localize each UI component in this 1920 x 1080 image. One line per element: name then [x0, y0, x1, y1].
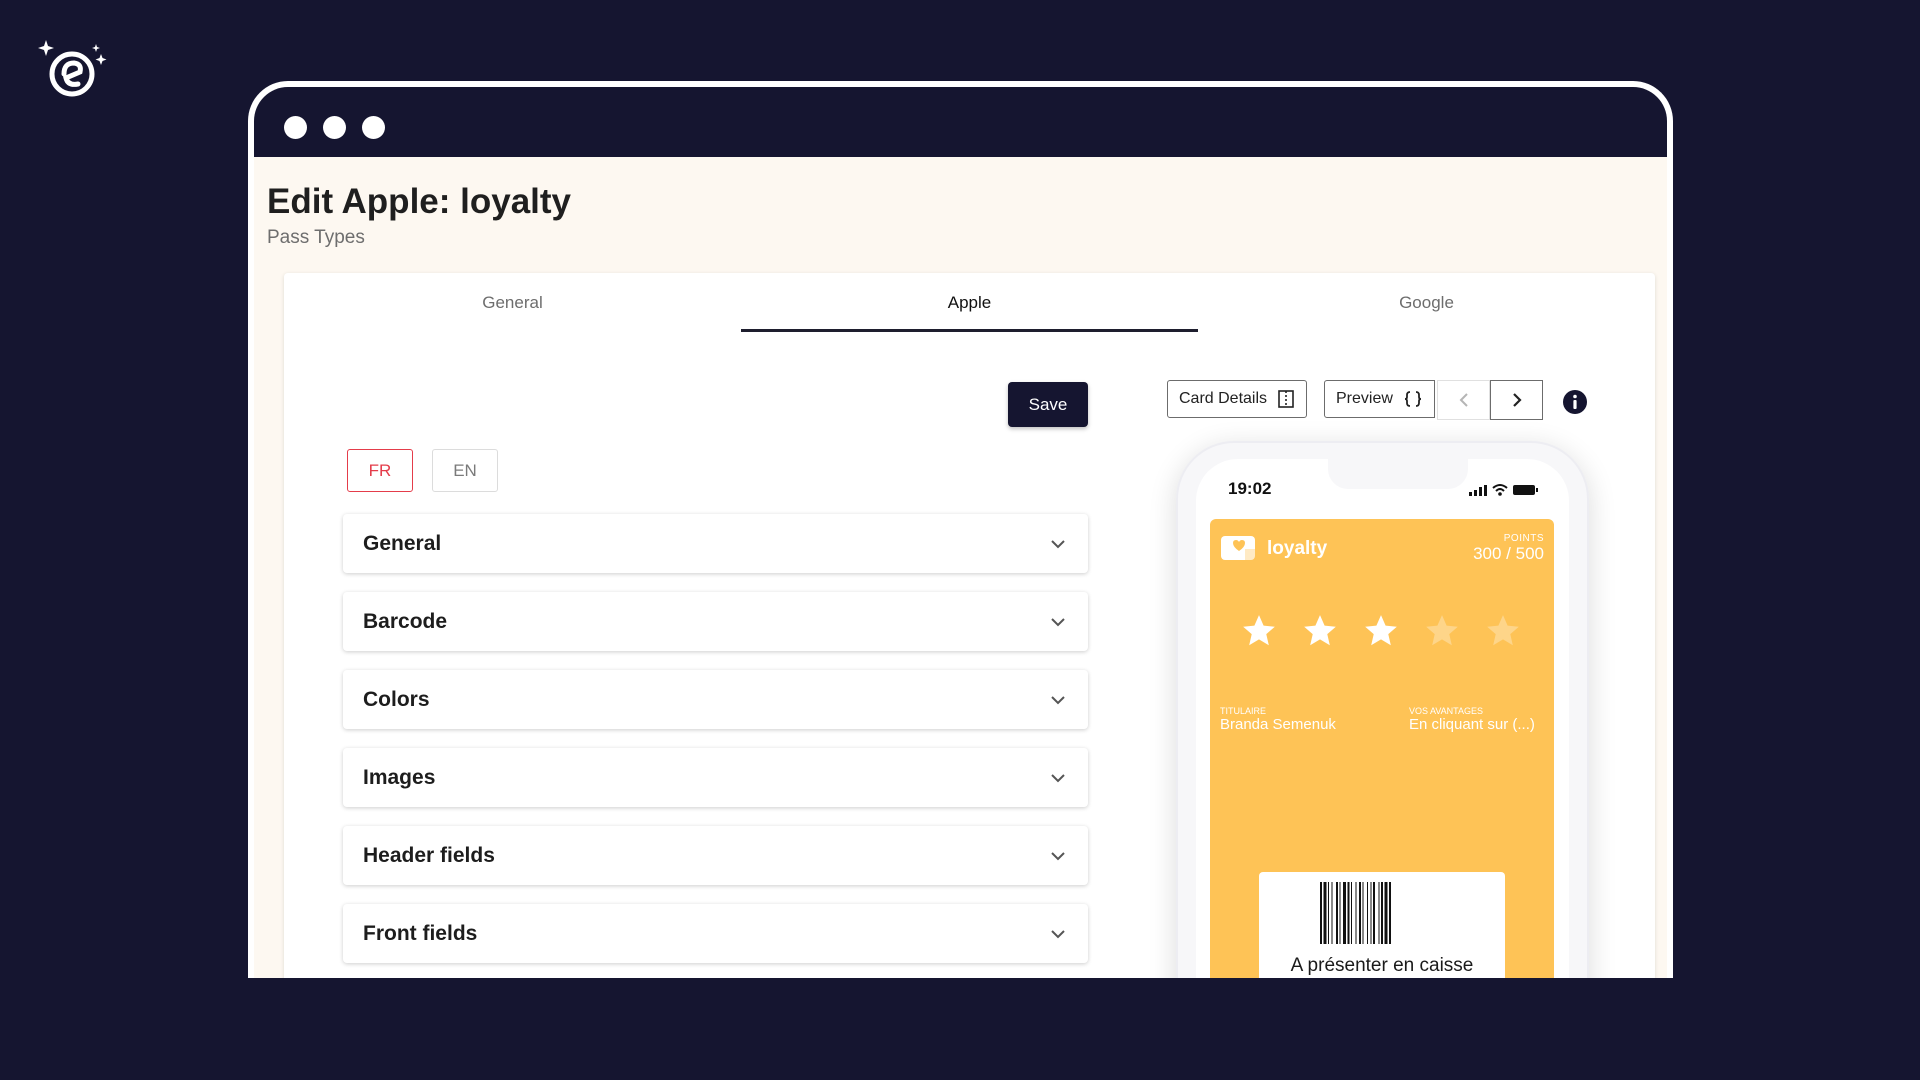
star-empty-icon: [1426, 615, 1458, 646]
tab-google[interactable]: Google: [1198, 273, 1655, 333]
split-view-icon: [1278, 390, 1294, 408]
active-tab-indicator: [741, 329, 1198, 332]
wifi-icon: [1492, 484, 1508, 496]
status-bar-icons: [1469, 484, 1538, 496]
barcode-box: A présenter en caisse: [1259, 872, 1505, 978]
phone-notch: [1328, 459, 1468, 489]
phone-screen: 19:02 loyalty POINTS 300 / 500 TITULAIRE…: [1196, 459, 1569, 978]
chevron-down-icon: [1051, 695, 1065, 704]
window-titlebar: [254, 87, 1667, 157]
points-label: POINTS: [1503, 533, 1544, 544]
page-subtitle: Pass Types: [267, 227, 365, 248]
holder-value: Branda Semenuk: [1220, 716, 1336, 733]
page-content: Edit Apple: loyalty Pass Types General A…: [254, 157, 1667, 978]
benefits-value: En cliquant sur (...): [1409, 716, 1535, 733]
card-details-button[interactable]: Card Details: [1167, 380, 1308, 418]
next-button[interactable]: [1490, 380, 1543, 420]
chevron-left-icon: [1459, 393, 1468, 407]
language-fr-button[interactable]: FR: [347, 449, 413, 492]
tab-general[interactable]: General: [284, 273, 741, 333]
chevron-down-icon: [1051, 851, 1065, 860]
section-label: Barcode: [363, 609, 448, 633]
barcode-caption: A présenter en caisse: [1290, 955, 1474, 976]
points-value: 300 / 500: [1473, 544, 1544, 563]
heart-card-icon: [1221, 536, 1255, 560]
section-label: Colors: [363, 687, 430, 711]
browser-window: Edit Apple: loyalty Pass Types General A…: [248, 81, 1673, 978]
battery-icon: [1513, 485, 1538, 495]
window-dot-icon: [362, 116, 385, 139]
section-label: Front fields: [363, 921, 478, 945]
chevron-down-icon: [1051, 773, 1065, 782]
loyalty-pass: loyalty POINTS 300 / 500 TITULAIRE Brand…: [1210, 519, 1554, 978]
star-rating: [1240, 612, 1522, 650]
save-button[interactable]: Save: [1008, 382, 1088, 427]
info-icon[interactable]: [1562, 389, 1588, 415]
editor-card: General Apple Google Save FR EN General …: [284, 273, 1655, 978]
phone-time: 19:02: [1228, 479, 1272, 498]
star-empty-icon: [1487, 615, 1519, 646]
window-dot-icon: [323, 116, 346, 139]
star-filled-icon: [1304, 615, 1336, 646]
star-filled-icon: [1365, 615, 1397, 646]
section-label: General: [363, 531, 442, 555]
section-header-fields[interactable]: Header fields: [343, 826, 1088, 885]
barcode-icon: [1320, 882, 1391, 944]
chevron-down-icon: [1051, 617, 1065, 626]
language-en-button[interactable]: EN: [432, 449, 498, 492]
benefits-label: VOS AVANTAGES: [1409, 706, 1484, 716]
chevron-down-icon: [1051, 929, 1065, 938]
chevron-down-icon: [1051, 539, 1065, 548]
pass-name: loyalty: [1267, 538, 1328, 559]
phone-preview: 19:02 loyalty POINTS 300 / 500 TITULAIRE…: [1176, 441, 1589, 978]
section-general[interactable]: General: [343, 514, 1088, 573]
holder-label: TITULAIRE: [1220, 706, 1267, 716]
tab-bar: General Apple Google: [284, 273, 1655, 333]
preview-label: Preview: [1336, 390, 1393, 407]
chevron-right-icon: [1512, 393, 1522, 407]
tab-apple[interactable]: Apple: [741, 273, 1198, 333]
section-label: Images: [363, 765, 436, 789]
star-filled-icon: [1243, 615, 1275, 646]
section-colors[interactable]: Colors: [343, 670, 1088, 729]
section-label: Header fields: [363, 843, 495, 867]
section-front-fields[interactable]: Front fields: [343, 904, 1088, 963]
page-title: Edit Apple: loyalty: [267, 182, 572, 221]
signal-icon: [1469, 485, 1487, 496]
preview-button[interactable]: Preview: [1324, 380, 1435, 418]
prev-button[interactable]: [1437, 380, 1490, 420]
section-images[interactable]: Images: [343, 748, 1088, 807]
window-dot-icon: [284, 116, 307, 139]
brand-logo-icon: [38, 40, 107, 97]
section-barcode[interactable]: Barcode: [343, 592, 1088, 651]
braces-icon: [1404, 391, 1421, 407]
card-details-label: Card Details: [1179, 390, 1268, 407]
